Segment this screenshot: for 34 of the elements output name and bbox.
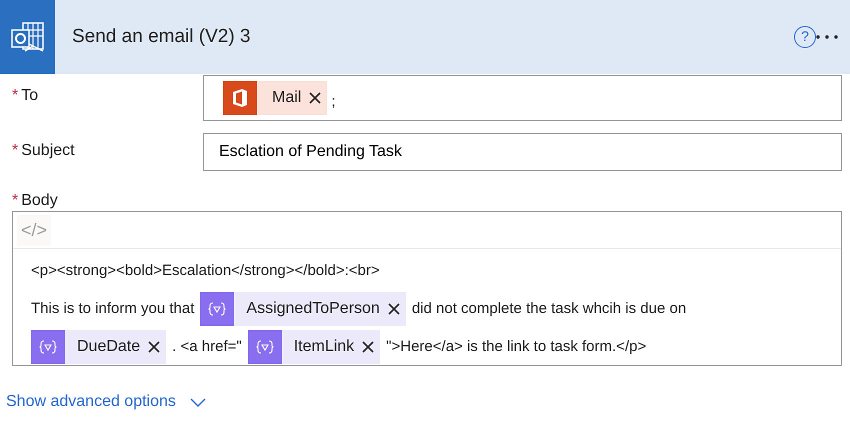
expression-icon	[208, 302, 226, 316]
expression-icon	[39, 340, 57, 354]
subject-field[interactable]: Esclation of Pending Task	[203, 133, 842, 171]
outlook-logo-icon	[10, 20, 44, 54]
token-label: DueDate	[77, 337, 140, 357]
dynamic-content-token[interactable]: ItemLink	[248, 330, 380, 364]
chip-label: Mail	[272, 88, 302, 108]
separator-text: ;	[331, 92, 336, 112]
body-text: <p><strong><bold>Escalation</strong></bold>:<br>	[31, 260, 380, 281]
chevron-down-icon	[190, 398, 206, 406]
remove-icon[interactable]	[388, 303, 400, 315]
dynamic-content-token[interactable]: DueDate	[31, 330, 166, 364]
field-label: * Subject	[12, 141, 76, 161]
body-text: This is to inform you that	[31, 298, 194, 319]
card-title: Send an email (V2) 3	[72, 24, 252, 49]
body-text: . <a href="	[172, 336, 242, 357]
token-label: AssignedToPerson	[246, 299, 380, 319]
show-advanced-options-link[interactable]: Show advanced options	[6, 390, 206, 414]
recipients-field[interactable]: Mail ;	[203, 75, 842, 121]
token-label: ItemLink	[294, 337, 354, 357]
recipient-chip[interactable]: Mail	[223, 81, 328, 115]
field-label: * Body	[12, 191, 59, 211]
remove-icon[interactable]	[362, 341, 374, 353]
dynamic-content-token[interactable]: AssignedToPerson	[200, 292, 406, 326]
expression-icon	[256, 340, 274, 354]
office-icon	[232, 88, 248, 108]
more-options-icon[interactable]	[816, 34, 838, 39]
body-text: ">Here</a> is the link to task form.</p>	[386, 336, 646, 357]
field-label: * To	[12, 86, 40, 106]
body-text: did not complete the task whcih is due on	[412, 298, 686, 319]
body-editor[interactable]	[12, 211, 842, 366]
help-icon[interactable]: ?	[794, 26, 816, 48]
remove-icon[interactable]	[309, 92, 322, 104]
remove-icon[interactable]	[148, 341, 160, 353]
